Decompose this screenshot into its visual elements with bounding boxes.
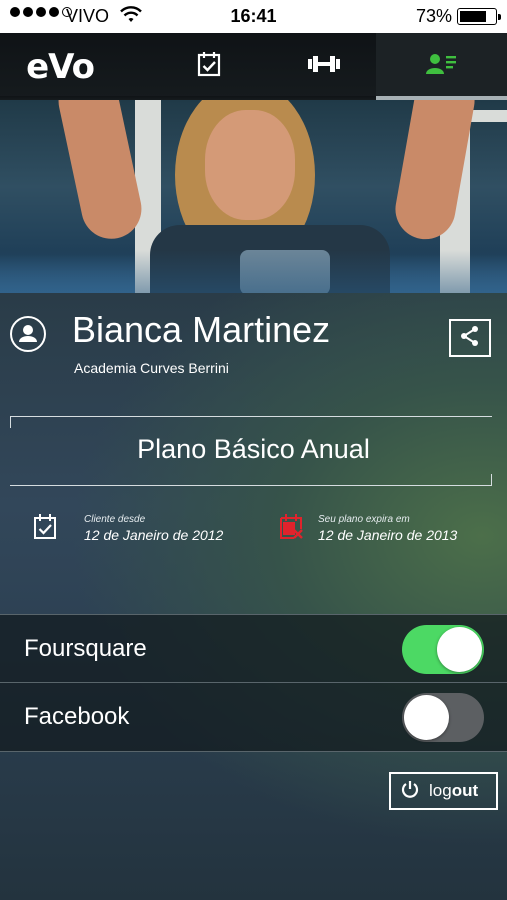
calendar-check-icon [33, 513, 57, 546]
facebook-toggle[interactable] [402, 693, 484, 742]
plan-frame-top [10, 416, 492, 428]
logout-button[interactable]: logout [389, 772, 498, 810]
foursquare-row: Foursquare [0, 614, 507, 683]
toggle-knob [437, 627, 482, 672]
tab-workouts[interactable] [280, 33, 368, 100]
facebook-label: Facebook [24, 703, 130, 730]
battery-icon [457, 8, 501, 25]
client-since-label: Cliente desde [84, 514, 146, 525]
share-button[interactable] [449, 319, 491, 357]
status-bar: VIVO 16:41 73% [0, 0, 507, 33]
expires-date: 12 de Janeiro de 2013 [318, 527, 458, 543]
calendar-expire-icon [279, 513, 303, 546]
dumbbell-icon [307, 54, 341, 79]
top-navigation: eVo [0, 33, 507, 100]
facebook-row: Facebook [0, 683, 507, 752]
user-icon [10, 316, 46, 352]
logout-label: logout [429, 781, 479, 800]
tab-calendar[interactable] [165, 33, 253, 100]
power-icon [401, 780, 419, 803]
plan-name: Plano Básico Anual [137, 434, 370, 464]
profile-list-icon [425, 53, 458, 80]
battery-percentage: 73% [415, 6, 452, 26]
foursquare-toggle[interactable] [402, 625, 484, 674]
client-since-date: 12 de Janeiro de 2012 [84, 527, 224, 543]
evo-logo[interactable]: eVo [0, 33, 120, 100]
profile-cover-photo [0, 100, 507, 293]
toggle-knob [404, 695, 449, 740]
tab-profile[interactable] [376, 33, 507, 100]
user-name: Bianca Martinez [72, 309, 331, 350]
calendar-check-icon [197, 51, 221, 82]
share-icon [459, 325, 481, 352]
foursquare-label: Foursquare [24, 635, 147, 662]
expires-label: Seu plano expira em [318, 514, 410, 525]
gym-name: Academia Curves Berrini [74, 360, 229, 376]
plan-frame-bottom [10, 474, 492, 486]
